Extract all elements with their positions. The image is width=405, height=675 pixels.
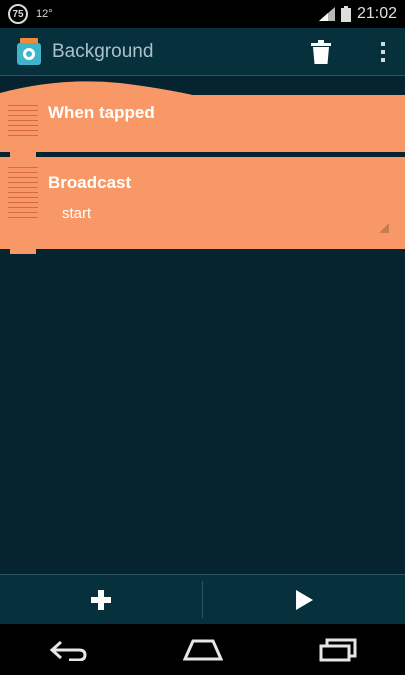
add-brick-button[interactable] <box>0 575 202 624</box>
brick-label: Broadcast <box>48 173 132 192</box>
brick-connector <box>10 249 36 254</box>
signal-icon <box>318 7 335 21</box>
navigation-bar <box>0 624 405 675</box>
script-area[interactable]: When tapped Broadcast start <box>0 77 405 574</box>
spinner-arrow-icon[interactable] <box>379 223 389 233</box>
broadcast-message-spinner[interactable]: start <box>62 205 91 222</box>
bottom-toolbar <box>0 574 405 624</box>
when-tapped-brick[interactable]: When tapped <box>0 95 405 152</box>
trash-icon <box>311 39 331 64</box>
home-icon <box>182 639 223 660</box>
broadcast-brick[interactable]: Broadcast start <box>0 157 405 249</box>
page-title: Background <box>52 40 154 62</box>
overflow-menu-button[interactable] <box>375 38 391 66</box>
weather-temperature: 12° <box>36 8 53 20</box>
battery-icon <box>340 6 351 22</box>
drag-handle-icon[interactable] <box>8 105 38 140</box>
status-right: 21:02 <box>318 5 397 23</box>
back-button[interactable] <box>38 630 98 670</box>
pocket-code-logo-icon[interactable] <box>14 36 46 68</box>
recents-icon <box>319 638 356 661</box>
status-time: 21:02 <box>356 5 397 22</box>
play-button[interactable] <box>203 575 405 624</box>
back-icon <box>49 640 87 661</box>
home-button[interactable] <box>173 630 233 670</box>
more-vert-icon <box>381 41 385 62</box>
plus-icon <box>91 589 111 610</box>
action-bar: Background <box>0 28 405 76</box>
delete-button[interactable] <box>307 38 335 66</box>
status-bar: 75 12° 21:02 <box>0 0 405 28</box>
brick-label: When tapped <box>48 103 155 122</box>
status-left: 75 12° <box>8 4 53 24</box>
drag-handle-icon[interactable] <box>8 167 38 222</box>
recents-button[interactable] <box>308 630 368 670</box>
notification-badge: 75 <box>8 4 28 24</box>
play-icon <box>296 589 313 610</box>
